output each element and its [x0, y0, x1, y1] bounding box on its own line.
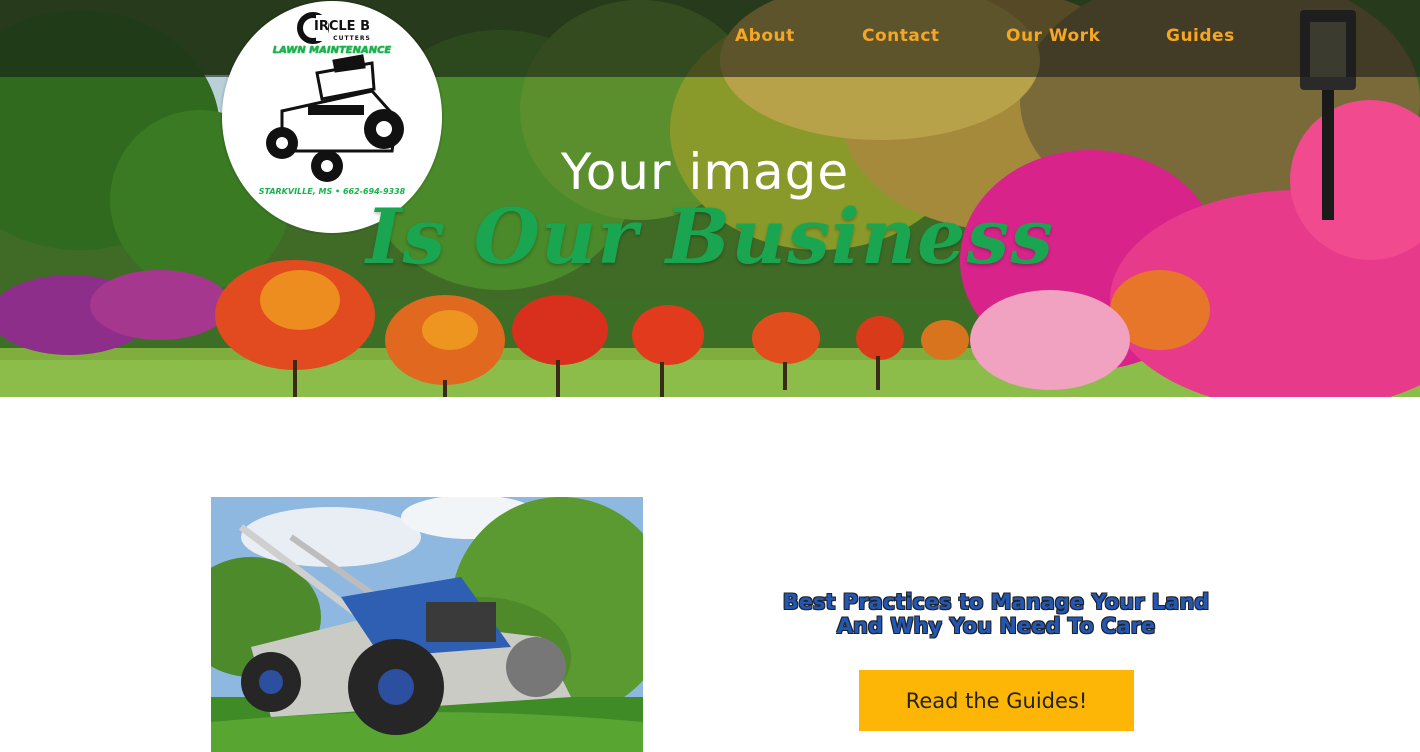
guides-cta-heading: Best Practices to Manage Your Land And W… — [760, 590, 1232, 638]
logo-brand-name: IRCLE B — [314, 19, 370, 34]
hero-banner: About Contact Our Work Guides IRCLE B CU… — [0, 0, 1420, 397]
nav-link-contact[interactable]: Contact — [862, 26, 940, 46]
read-guides-button[interactable]: Read the Guides! — [859, 670, 1134, 731]
cta-heading-line2: And Why You Need To Care — [836, 614, 1156, 638]
nav-link-our-work[interactable]: Our Work — [1006, 26, 1100, 46]
cta-heading-line1: Best Practices to Manage Your Land — [782, 590, 1210, 614]
lawn-mower-photo — [211, 497, 643, 752]
nav-link-guides[interactable]: Guides — [1166, 26, 1235, 46]
hero-tagline-bottom: Is Our Business — [365, 192, 1055, 281]
top-navigation-bar: About Contact Our Work Guides — [0, 0, 1420, 77]
logo-brand-subname: CUTTERS — [333, 35, 371, 42]
nav-link-about[interactable]: About — [735, 26, 795, 46]
logo-service-label: LAWN MAINTENANCE — [272, 45, 392, 56]
